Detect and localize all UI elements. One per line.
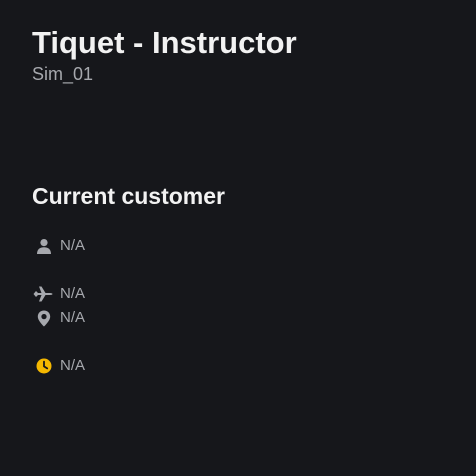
person-icon bbox=[35, 237, 53, 255]
current-customer-heading: Current customer bbox=[32, 183, 225, 209]
customer-flight-value: N/A bbox=[60, 285, 86, 302]
page-title: Tiquet - Instructor bbox=[32, 25, 297, 60]
customer-name-value: N/A bbox=[60, 237, 86, 254]
airplane-icon bbox=[33, 285, 53, 303]
customer-flight-row: N/A bbox=[33, 285, 86, 303]
customer-location-value: N/A bbox=[60, 309, 86, 326]
simulator-id: Sim_01 bbox=[32, 64, 94, 84]
customer-time-value: N/A bbox=[60, 357, 86, 374]
location-pin-icon bbox=[35, 309, 53, 327]
customer-time-row: N/A bbox=[35, 357, 85, 375]
customer-location-row: N/A bbox=[35, 309, 85, 327]
customer-name-row: N/A bbox=[35, 237, 85, 255]
clock-icon bbox=[35, 357, 53, 375]
instructor-page: Tiquet - Instructor Sim_01 Current custo… bbox=[0, 0, 476, 476]
